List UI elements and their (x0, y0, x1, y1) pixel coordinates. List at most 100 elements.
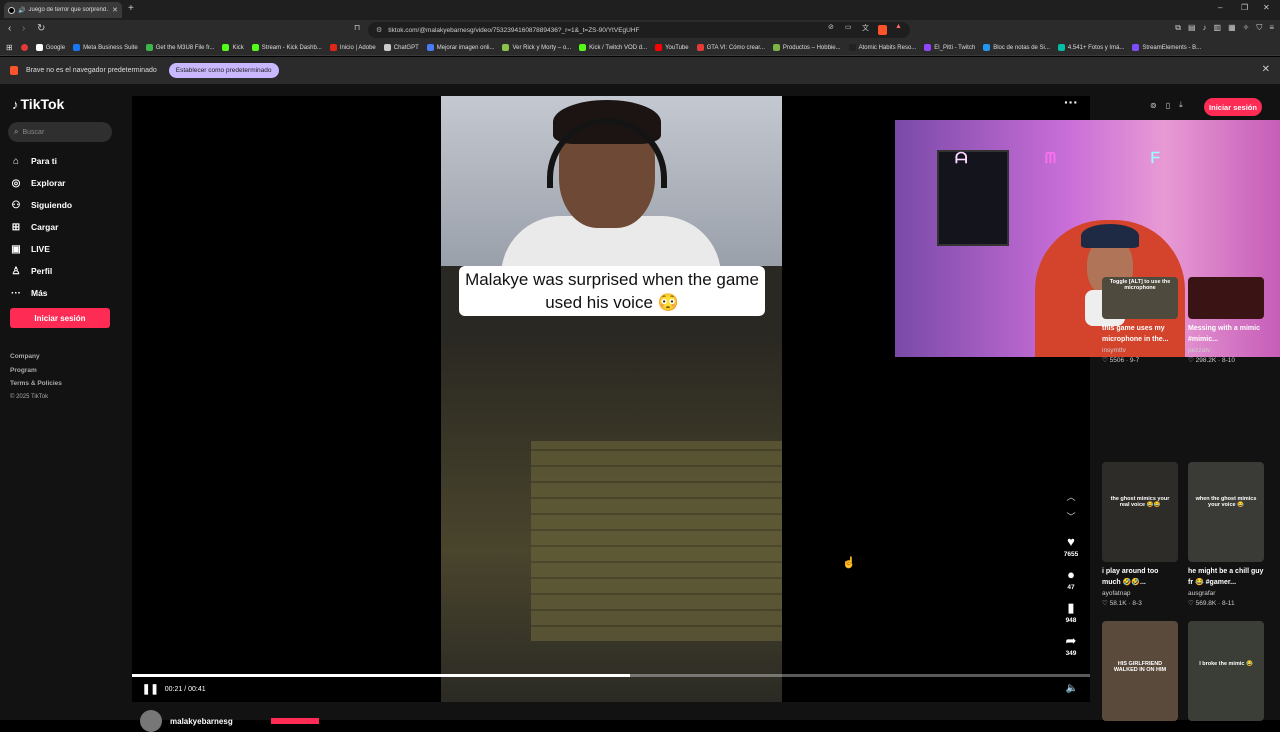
browser-tab-active[interactable]: 🔊 Juego de terror que sorprend… ✕ (4, 2, 122, 18)
brave-rewards-icon[interactable]: ▲ (895, 23, 902, 30)
bookmark-item[interactable]: YouTube (655, 44, 689, 51)
video-progress-bar[interactable] (132, 674, 1090, 677)
translate-icon[interactable]: 文 (862, 23, 869, 33)
like-button[interactable]: ♥ 7655 (1064, 534, 1078, 563)
volume-icon[interactable]: 🔈 (1066, 683, 1078, 694)
bookmark-item[interactable]: Meta Business Suite (73, 44, 138, 51)
bookmark-item[interactable]: Productos – Hobbie... (772, 44, 841, 51)
more-options-icon[interactable]: ··· (1064, 94, 1078, 110)
cast-icon[interactable]: ▭ (845, 23, 852, 31)
recommended-video-card[interactable]: Toggle [ALT] to use the microphone this g… (1102, 277, 1178, 364)
sidebar-item-explorar[interactable]: ◎ Explorar (10, 172, 72, 194)
brave-shields-icon[interactable] (878, 25, 887, 38)
bookmark-item[interactable]: Bloc de notas de Si... (983, 44, 1050, 51)
recommended-video-card[interactable]: when the ghost mimics your voice 😂 he mig… (1188, 462, 1264, 607)
bookmark-favicon-icon (772, 44, 780, 51)
bookmark-item[interactable]: Atomic Habits Reso... (848, 44, 916, 51)
bookmark-icon[interactable]: ⊓ (354, 23, 360, 32)
bookmark-item[interactable]: ChatGPT (383, 44, 419, 51)
card-username[interactable]: insymttv (1102, 347, 1178, 354)
close-window-button[interactable]: ✕ (1263, 3, 1270, 12)
search-input[interactable]: ⌕ Buscar (8, 122, 112, 142)
sidebar-login-button[interactable]: Iniciar sesión (10, 308, 110, 328)
close-tab-icon[interactable]: ✕ (112, 6, 118, 14)
sidebar-item-para-ti[interactable]: ⌂ Para ti (10, 150, 72, 172)
previous-video-icon[interactable]: ︿ (1066, 490, 1075, 510)
sidebar-item-cargar[interactable]: ⊞ Cargar (10, 216, 72, 238)
bookmark-item[interactable]: 4.541+ Fotos y Imá... (1057, 44, 1124, 51)
tiktok-logo[interactable]: ♪ TikTok (12, 96, 64, 112)
video-thumbnail[interactable] (1188, 277, 1264, 319)
video-thumbnail[interactable]: HIS GIRLFRIEND WALKED IN ON HIM (1102, 621, 1178, 721)
footer-link-terms[interactable]: Terms & Policies (10, 377, 62, 391)
bookmark-item[interactable]: Google (35, 44, 65, 51)
next-video-icon[interactable]: ﹀ (1066, 510, 1075, 530)
set-default-button[interactable]: Establecer como predeterminado (168, 63, 279, 78)
bookmark-youtube-red-icon[interactable] (20, 44, 28, 51)
footer-link-company[interactable]: Company (10, 350, 62, 364)
bookmark-item[interactable]: Ver Rick y Morty – o... (502, 44, 571, 51)
minimize-button[interactable]: – (1218, 3, 1222, 12)
bookmark-item[interactable]: Mejorar imagen onli... (426, 44, 494, 51)
bookmark-item[interactable]: Kick (222, 44, 244, 51)
vpn-icon[interactable]: ⛉ (1256, 23, 1262, 33)
sidebar-item-siguiendo[interactable]: ⚇ Siguiendo (10, 194, 73, 216)
card-title[interactable]: he might be a chill guy fr 😂 #gamer... (1188, 566, 1264, 588)
bookmark-favicon-icon (35, 44, 43, 51)
recommended-video-card[interactable]: HIS GIRLFRIEND WALKED IN ON HIM (1102, 621, 1178, 721)
card-username[interactable]: ayofatnap (1102, 590, 1178, 597)
video-thumbnail[interactable]: I broke the mimic 😂 (1188, 621, 1264, 721)
sidebar-item-perfil[interactable]: ♙ Perfil (10, 260, 72, 282)
sidebar-item-live[interactable]: ▣ LIVE (10, 238, 72, 260)
bookmark-item[interactable]: GTA VI: Cómo crear... (696, 44, 765, 51)
sidebar-icon[interactable]: ▥ (1214, 23, 1222, 33)
music-icon[interactable]: ♪ (1203, 23, 1207, 33)
follow-button[interactable] (270, 718, 319, 724)
bookmark-item[interactable]: El_Pitti - Twitch (924, 44, 975, 51)
menu-icon[interactable]: ≡ (1269, 23, 1274, 33)
video-thumbnail[interactable]: when the ghost mimics your voice 😂 (1188, 462, 1264, 562)
recommended-video-card[interactable]: Messing with a mimic #mimic... pezzatv ♡ 2… (1188, 277, 1264, 364)
apps-icon[interactable]: ⊞ (6, 43, 13, 52)
reading-list-icon[interactable]: ▦ (1228, 23, 1236, 33)
author-name[interactable]: malakyebarnesg (170, 717, 233, 726)
wallet-icon[interactable]: ▤ (1188, 23, 1196, 33)
site-settings-icon[interactable]: ⚙ (376, 26, 382, 34)
infobar-close-icon[interactable]: ✕ (1262, 64, 1270, 75)
leo-ai-icon[interactable]: ✧ (1243, 23, 1250, 33)
footer-link-program[interactable]: Program (10, 364, 62, 378)
author-avatar[interactable] (140, 710, 162, 732)
restore-button[interactable]: ❐ (1241, 3, 1248, 12)
pause-button[interactable]: ❚❚ (142, 684, 159, 695)
reload-button[interactable]: ↻ (37, 23, 45, 34)
card-username[interactable]: pezzatv (1188, 347, 1264, 354)
recommended-video-card[interactable]: the ghost mimics your real voice 😂😂 i pla… (1102, 462, 1178, 607)
card-title[interactable]: i play around too much 🤣🤣... (1102, 566, 1178, 588)
bookmark-item[interactable]: Kick / Twitch VOD d... (579, 44, 647, 51)
video-author[interactable]: malakyebarnesg (140, 710, 319, 732)
save-button[interactable]: ▮ 948 (1066, 600, 1077, 629)
video-thumbnail[interactable]: the ghost mimics your real voice 😂😂 (1102, 462, 1178, 562)
bookmark-item[interactable]: Get the M3U8 File fr... (145, 44, 214, 51)
media-icon[interactable]: ⊘ (828, 23, 834, 31)
bookmark-item[interactable]: StreamElements - B... (1132, 44, 1201, 51)
card-username[interactable]: ausgrafar (1188, 590, 1264, 597)
bookmark-item[interactable]: Inicio | Adobe (329, 44, 376, 51)
phone-icon[interactable]: ▯ (1166, 101, 1170, 110)
card-title[interactable]: Messing with a mimic #mimic... (1188, 323, 1264, 345)
share-button[interactable]: ➦ 349 (1066, 633, 1077, 662)
new-tab-button[interactable]: + (128, 3, 134, 14)
comment-button[interactable]: ● 47 (1067, 567, 1075, 596)
recommended-video-card[interactable]: I broke the mimic 😂 (1188, 621, 1264, 721)
bookmark-favicon-icon (696, 44, 704, 51)
sidebar-item-más[interactable]: ··· Más (10, 282, 72, 304)
extensions-icon[interactable]: ⧉ (1175, 23, 1181, 33)
bookmark-item[interactable]: Stream - Kick Dashb... (251, 44, 322, 51)
download-icon[interactable]: ⤓ (1179, 100, 1183, 110)
header-login-button[interactable]: Iniciar sesión (1204, 98, 1262, 116)
coin-icon[interactable]: ⊚ (1150, 101, 1157, 110)
video-thumbnail[interactable]: Toggle [ALT] to use the microphone (1102, 277, 1178, 319)
back-button[interactable]: ‹ (8, 23, 11, 34)
forward-button[interactable]: › (22, 23, 25, 34)
card-title[interactable]: this game uses my microphone in the... (1102, 323, 1178, 345)
